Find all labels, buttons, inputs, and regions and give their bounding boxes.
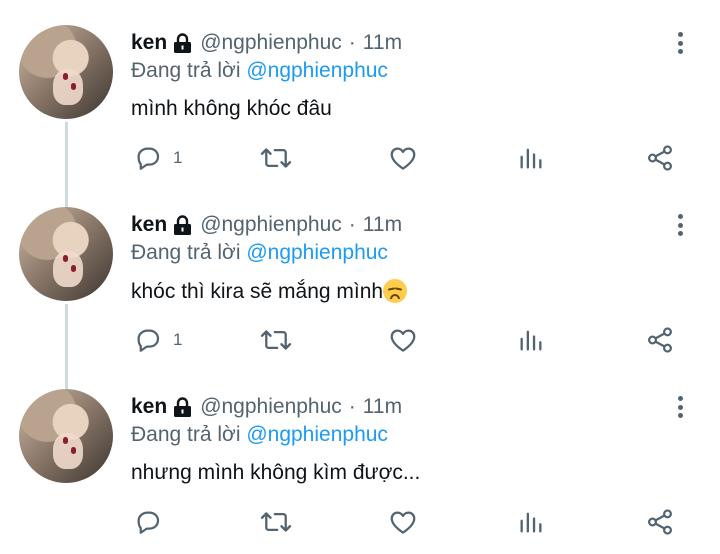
mention-link[interactable]: @ngphienphuc (246, 59, 388, 82)
more-vertical-icon[interactable] (672, 394, 688, 420)
share-icon (647, 145, 673, 171)
timestamp[interactable]: 11m (363, 213, 402, 237)
tweet-text: nhưng mình không kìm được... (131, 461, 420, 485)
replying-to: Đang trả lời @ngphienphuc (131, 59, 388, 83)
more-vertical-icon[interactable] (672, 30, 688, 56)
mention-link[interactable]: @ngphienphuc (246, 423, 388, 446)
share-button[interactable] (645, 325, 675, 355)
lock-icon (173, 396, 192, 418)
disappointed-face-emoji (383, 279, 408, 303)
mention-link[interactable]: @ngphienphuc (246, 241, 388, 264)
tweet-header: ken @ngphienphuc · 11m (131, 393, 402, 421)
tweet[interactable]: ken @ngphienphuc · 11m Đang trả lời @ngp… (0, 182, 720, 364)
handle[interactable]: @ngphienphuc (200, 395, 342, 419)
avatar[interactable] (19, 207, 113, 301)
timestamp[interactable]: 11m (363, 395, 402, 419)
views-button[interactable] (517, 507, 545, 537)
retweet-icon (260, 148, 292, 168)
share-button[interactable] (645, 507, 675, 537)
tweet-text-content: khóc thì kira sẽ mắng mình (131, 280, 384, 303)
heart-icon (390, 511, 416, 534)
tweet-text: khóc thì kira sẽ mắng mình (131, 279, 408, 304)
share-icon (647, 327, 673, 353)
avatar[interactable] (19, 25, 113, 119)
retweet-icon (260, 330, 292, 350)
reply-icon (137, 147, 160, 170)
tweet-text-content: mình không khóc đâu (131, 97, 332, 120)
replying-to-label: Đang trả lời (131, 241, 241, 264)
tweet-header: ken @ngphienphuc · 11m (131, 29, 402, 57)
tweet[interactable]: ken @ngphienphuc · 11m Đang trả lời @ngp… (0, 0, 720, 182)
analytics-icon (520, 148, 542, 169)
retweet-button[interactable] (259, 143, 293, 173)
heart-icon (390, 147, 416, 170)
more-vertical-icon[interactable] (672, 212, 688, 238)
views-button[interactable] (517, 325, 545, 355)
analytics-icon (520, 512, 542, 533)
like-button[interactable] (388, 325, 418, 355)
separator-dot: · (348, 31, 356, 54)
reply-count: 1 (173, 330, 183, 349)
handle[interactable]: @ngphienphuc (200, 213, 342, 237)
reply-button[interactable]: 1 (133, 143, 182, 173)
display-name[interactable]: ken (131, 395, 167, 419)
tweet-header: ken @ngphienphuc · 11m (131, 211, 402, 239)
handle[interactable]: @ngphienphuc (200, 31, 342, 55)
reply-button[interactable] (133, 507, 173, 537)
separator-dot: · (348, 395, 356, 418)
analytics-icon (520, 330, 542, 351)
replying-to: Đang trả lời @ngphienphuc (131, 423, 388, 447)
reply-icon (137, 329, 160, 352)
share-icon (647, 509, 673, 535)
separator-dot: · (348, 213, 356, 236)
lock-icon (173, 32, 192, 54)
lock-icon (173, 214, 192, 236)
tweet-text-content: nhưng mình không kìm được... (131, 461, 421, 484)
reply-button[interactable]: 1 (133, 325, 182, 355)
reply-count: 1 (173, 148, 183, 167)
display-name[interactable]: ken (131, 213, 167, 237)
replying-to-label: Đang trả lời (131, 59, 241, 82)
like-button[interactable] (388, 507, 418, 537)
replying-to-label: Đang trả lời (131, 423, 241, 446)
tweet-text: mình không khóc đâu (131, 97, 332, 121)
timestamp[interactable]: 11m (363, 31, 402, 55)
replying-to: Đang trả lời @ngphienphuc (131, 241, 388, 265)
heart-icon (390, 329, 416, 352)
display-name[interactable]: ken (131, 31, 167, 55)
views-button[interactable] (517, 143, 545, 173)
retweet-button[interactable] (259, 325, 293, 355)
retweet-icon (260, 512, 292, 532)
tweet[interactable]: ken @ngphienphuc · 11m Đang trả lời @ngp… (0, 364, 720, 546)
reply-icon (137, 511, 160, 534)
avatar[interactable] (19, 389, 113, 483)
share-button[interactable] (645, 143, 675, 173)
retweet-button[interactable] (259, 507, 293, 537)
like-button[interactable] (388, 143, 418, 173)
